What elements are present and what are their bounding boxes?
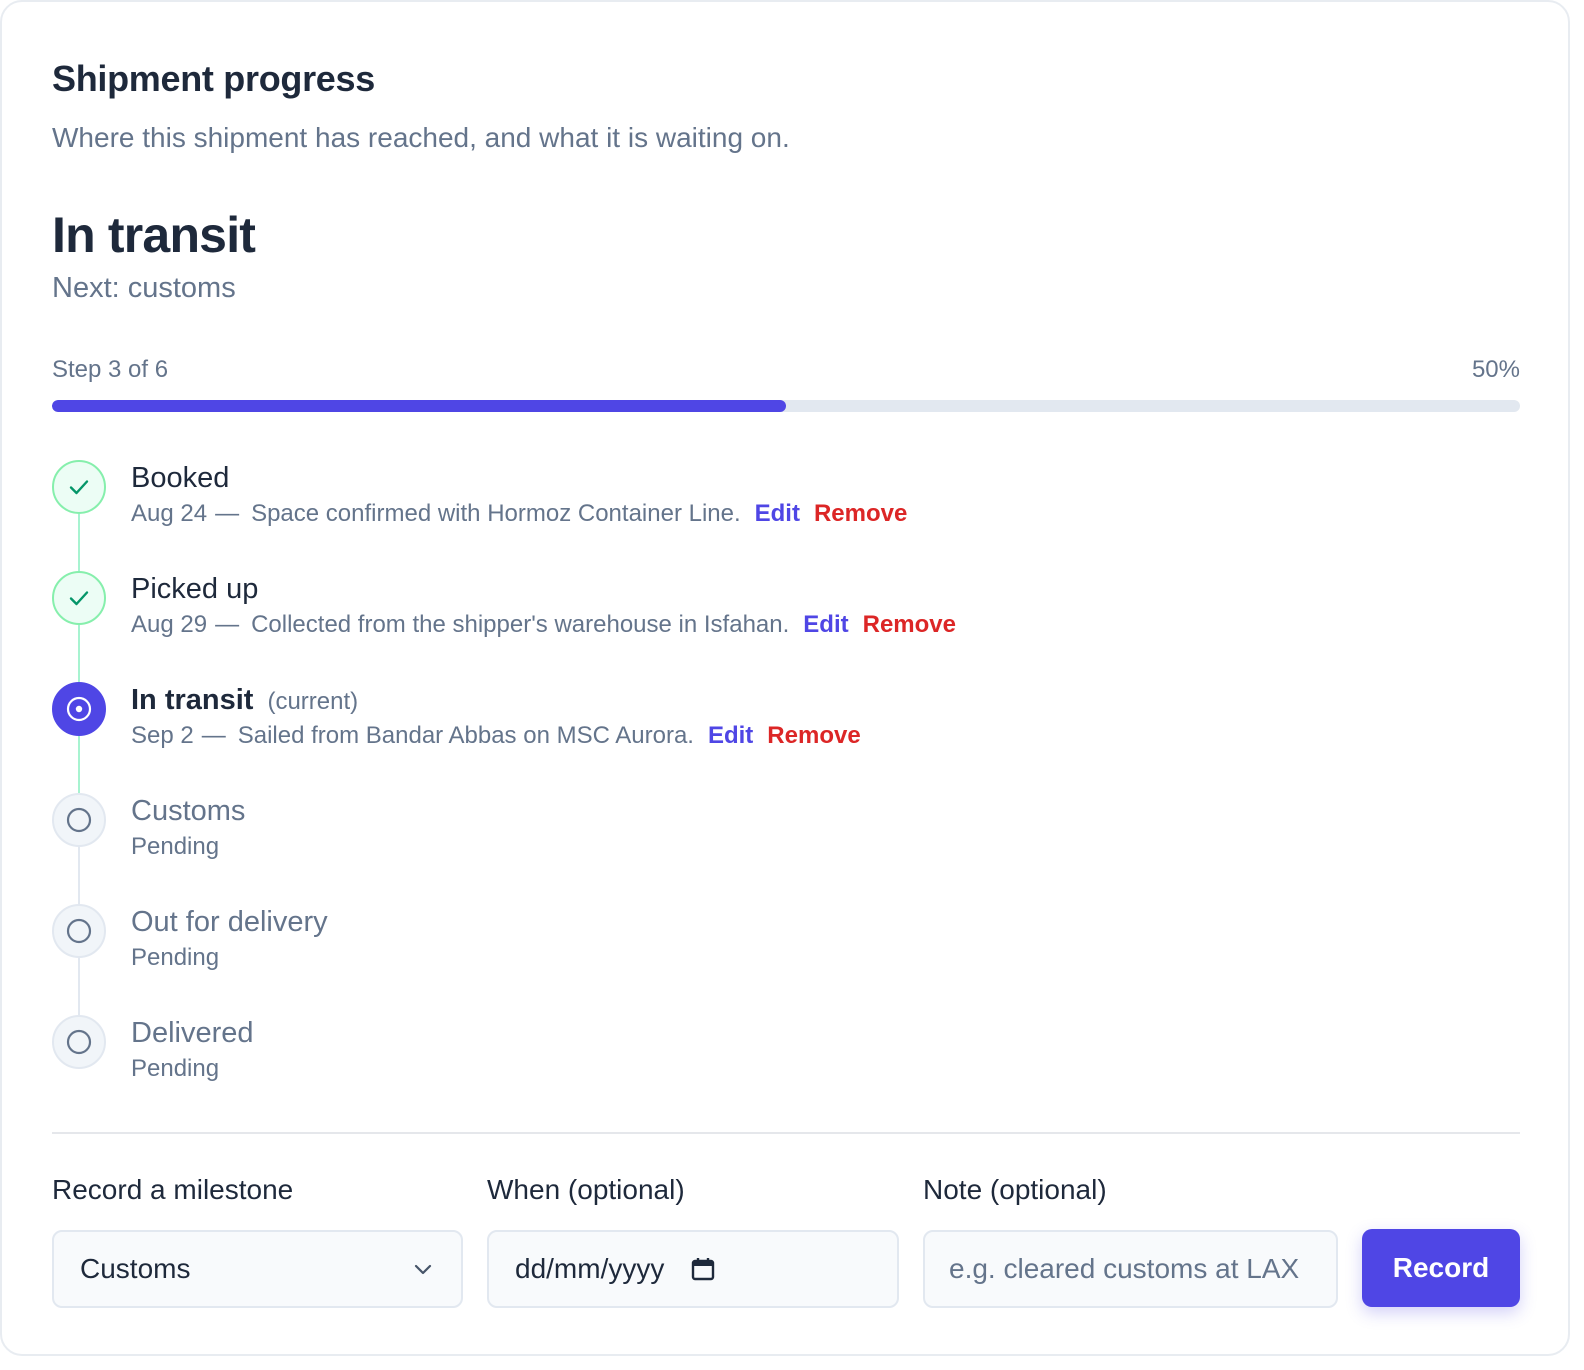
current-tag: (current): [267, 688, 359, 715]
milestone-note: Collected from the shipper's warehouse i…: [251, 611, 790, 638]
record-button[interactable]: Record: [1362, 1229, 1520, 1307]
check-icon: [69, 480, 89, 495]
milestone-name: Picked up: [131, 573, 258, 606]
milestone-name: Booked: [131, 462, 229, 495]
milestone-date: Aug 24: [131, 500, 208, 527]
milestone-title: Booked: [131, 462, 230, 494]
milestone-name: Delivered: [131, 1017, 254, 1050]
milestone-select-label: Record a milestone: [52, 1174, 294, 1205]
card-title: Shipment progress: [52, 58, 375, 99]
milestone-status: Pending: [131, 944, 220, 971]
edit-milestone-link[interactable]: Edit: [755, 500, 800, 527]
note-input[interactable]: [923, 1230, 1338, 1308]
milestone-node-booked: [52, 460, 106, 514]
when-field-label: When (optional): [487, 1174, 685, 1205]
milestone-detail: Sep 2 — Sailed from Bandar Abbas on MSC Au…: [131, 722, 861, 750]
timeline-connector: [78, 847, 80, 904]
milestone-name: Customs: [131, 795, 245, 828]
section-divider: [52, 1132, 1520, 1134]
progress-fill: [52, 400, 786, 412]
next-step: Next: customs: [52, 272, 236, 304]
step-count: Step 3 of 6: [52, 356, 169, 383]
timeline-connector: [78, 736, 80, 793]
edit-milestone-link[interactable]: Edit: [803, 611, 848, 638]
milestone-title: In transit: [131, 684, 254, 716]
timeline-connector: [78, 625, 80, 682]
timeline-connector: [78, 958, 80, 1015]
milestone-title: Out for delivery: [131, 906, 328, 938]
milestone-name: Out for delivery: [131, 906, 328, 939]
milestone-select[interactable]: Customs: [52, 1230, 463, 1308]
milestone-select-value: Customs: [80, 1253, 191, 1284]
milestone-title: Delivered: [131, 1017, 254, 1049]
milestone-node-picked-up: [52, 571, 106, 625]
empty-circle-icon: [66, 1029, 92, 1055]
milestone-node-in-transit: [52, 682, 106, 736]
shipment-progress-card: Shipment progress Where this shipment ha…: [0, 0, 1570, 1356]
check-icon: [69, 591, 89, 606]
date-placeholder: dd/mm/yyyy: [515, 1253, 665, 1284]
current-dot-icon: [66, 696, 92, 722]
date-separator: —: [201, 722, 226, 749]
card-subtitle: Where this shipment has reached, and wha…: [52, 122, 790, 153]
milestone-detail: Aug 29 — Collected from the shipper's ware…: [131, 611, 956, 639]
milestone-note: Space confirmed with Hormoz Container Li…: [251, 500, 741, 527]
milestone-title: Customs: [131, 795, 246, 827]
empty-circle-icon: [66, 918, 92, 944]
milestone-date: Sep 2: [131, 722, 194, 749]
milestone-node-delivered: [52, 1015, 106, 1069]
milestone-title: Picked up: [131, 573, 259, 605]
remove-milestone-link[interactable]: Remove: [863, 611, 956, 638]
milestone-node-out-for-delivery: [52, 904, 106, 958]
edit-milestone-link[interactable]: Edit: [708, 722, 753, 749]
when-date-field[interactable]: dd/mm/yyyy: [487, 1230, 899, 1308]
milestone-node-customs: [52, 793, 106, 847]
progress-percent: 50%: [1471, 356, 1520, 383]
milestone-detail: Aug 24 — Space confirmed with Hormoz Conta…: [131, 500, 907, 528]
remove-milestone-link[interactable]: Remove: [767, 722, 860, 749]
milestone-note: Sailed from Bandar Abbas on MSC Aurora.: [237, 722, 694, 749]
chevron-down-icon: [414, 1264, 432, 1275]
note-field-label: Note (optional): [923, 1174, 1107, 1205]
remove-milestone-link[interactable]: Remove: [814, 500, 907, 527]
timeline-connector: [78, 514, 80, 571]
progress-track: [52, 400, 1520, 412]
date-separator: —: [215, 611, 240, 638]
milestone-date: Aug 29: [131, 611, 208, 638]
milestone-name: In transit (current): [131, 684, 358, 717]
calendar-icon[interactable]: [690, 1256, 716, 1282]
milestone-status: Pending: [131, 1055, 220, 1082]
date-separator: —: [215, 500, 240, 527]
empty-circle-icon: [66, 807, 92, 833]
current-status: In transit: [52, 207, 256, 263]
milestone-status: Pending: [131, 833, 220, 860]
